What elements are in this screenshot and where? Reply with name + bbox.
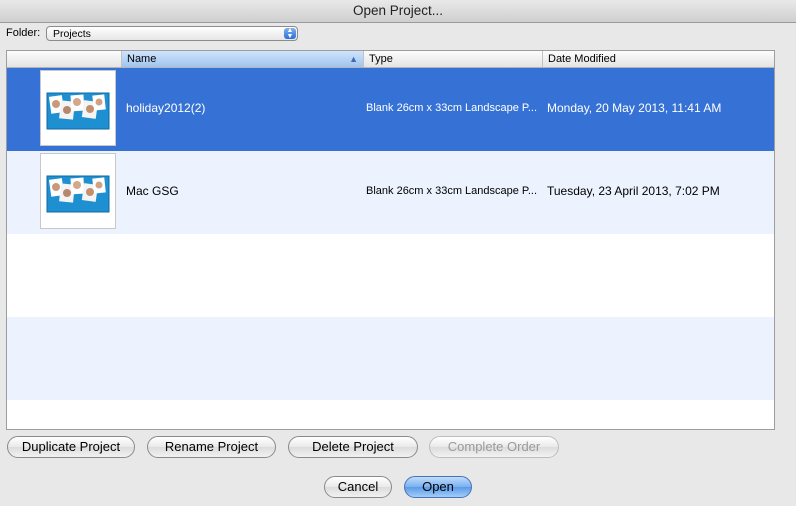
delete-project-button[interactable]: Delete Project xyxy=(288,436,418,458)
duplicate-project-button[interactable]: Duplicate Project xyxy=(7,436,135,458)
project-date: Monday, 20 May 2013, 11:41 AM xyxy=(547,101,722,115)
rename-project-button[interactable]: Rename Project xyxy=(147,436,276,458)
select-arrows-icon: ▲ ▼ xyxy=(284,27,296,40)
open-button[interactable]: Open xyxy=(404,476,472,498)
empty-row xyxy=(7,234,774,317)
folder-select[interactable]: Projects ▲ ▼ xyxy=(46,26,298,41)
column-header-name-label: Name xyxy=(127,53,157,65)
cancel-button[interactable]: Cancel xyxy=(324,476,392,498)
column-header-name[interactable]: Name ▲ xyxy=(121,51,363,67)
list-header: Name ▲ Type Date Modified xyxy=(7,51,774,68)
project-thumbnail xyxy=(40,153,116,229)
column-header-date[interactable]: Date Modified xyxy=(542,51,774,67)
project-list[interactable]: Name ▲ Type Date Modified holiday2012(2)… xyxy=(6,50,775,430)
table-row[interactable]: Mac GSG Blank 26cm x 33cm Landscape P...… xyxy=(7,151,774,234)
column-header-date-label: Date Modified xyxy=(548,53,616,65)
column-header-type-label: Type xyxy=(369,53,393,65)
column-header-type[interactable]: Type xyxy=(363,51,542,67)
folder-select-value: Projects xyxy=(53,28,91,40)
window-title: Open Project... xyxy=(0,0,796,23)
project-date: Tuesday, 23 April 2013, 7:02 PM xyxy=(547,184,720,198)
complete-order-button[interactable]: Complete Order xyxy=(429,436,559,458)
project-name: holiday2012(2) xyxy=(126,101,206,115)
sort-ascending-icon: ▲ xyxy=(349,54,358,64)
table-row[interactable]: holiday2012(2) Blank 26cm x 33cm Landsca… xyxy=(7,68,774,151)
project-type: Blank 26cm x 33cm Landscape P... xyxy=(366,185,538,197)
project-type: Blank 26cm x 33cm Landscape P... xyxy=(366,102,538,114)
empty-row xyxy=(7,317,774,400)
project-thumbnail xyxy=(40,70,116,146)
project-name: Mac GSG xyxy=(126,184,179,198)
folder-label: Folder: xyxy=(6,27,41,39)
